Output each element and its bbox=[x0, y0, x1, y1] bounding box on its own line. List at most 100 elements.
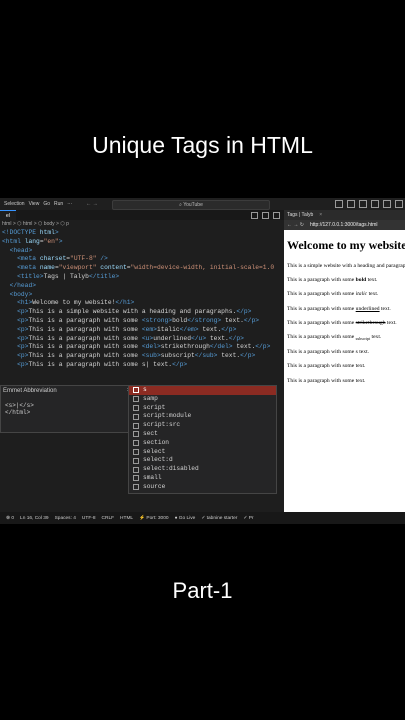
code-line[interactable]: <p>This is a simple website with a headi… bbox=[2, 308, 284, 317]
paragraph: This is a simple website with a heading … bbox=[287, 263, 405, 269]
wrench-icon bbox=[133, 457, 139, 464]
paragraph: This is a paragraph with some s text. bbox=[287, 349, 370, 356]
wrench-icon bbox=[133, 431, 139, 438]
status-item[interactable]: HTML bbox=[120, 516, 133, 521]
code-line[interactable]: <p>This is a paragraph with some <sub>su… bbox=[2, 352, 284, 361]
suggestion-item[interactable]: select:d bbox=[129, 456, 276, 465]
status-item[interactable]: ✓ tabnine starter bbox=[201, 516, 237, 521]
emmet-preview-line: </html> bbox=[5, 409, 31, 416]
status-item[interactable]: ⚡ Port: 3000 bbox=[139, 516, 168, 521]
code-line[interactable]: <h1>Welcome to my website!</h1> bbox=[2, 299, 284, 308]
menu-view[interactable]: View bbox=[29, 201, 40, 207]
paragraph: This is a paragraph with some strikethro… bbox=[287, 319, 397, 326]
paragraph: This is a paragraph with some underlined… bbox=[287, 305, 391, 312]
menu-run[interactable]: Run bbox=[54, 201, 63, 207]
maximize-icon[interactable] bbox=[395, 200, 403, 208]
suggestion-item[interactable]: select:disabled bbox=[129, 465, 276, 474]
code-line[interactable]: <!DOCTYPE html> bbox=[2, 229, 284, 238]
paragraph: This is a paragraph with some text. bbox=[287, 363, 366, 370]
status-item[interactable]: CRLF bbox=[102, 516, 115, 521]
wrench-icon bbox=[133, 448, 139, 455]
browser-preview: Tags | Talyb × ← → ↻ http://127.0.0.1:30… bbox=[284, 210, 405, 512]
wrench-icon bbox=[133, 396, 139, 403]
layout-icon[interactable] bbox=[359, 200, 367, 208]
code-line[interactable]: <meta name="viewport" content="width=dev… bbox=[2, 264, 284, 273]
layout-icon[interactable] bbox=[347, 200, 355, 208]
browser-nav-icons[interactable]: ← → ↻ bbox=[287, 222, 304, 228]
code-line[interactable]: <p>This is a paragraph with some <del>st… bbox=[2, 343, 284, 352]
minimize-icon[interactable] bbox=[383, 200, 391, 208]
status-item[interactable]: ● Go Live bbox=[175, 516, 196, 521]
editor-tools bbox=[251, 211, 280, 219]
status-item[interactable]: Spaces: 4 bbox=[55, 516, 76, 521]
breadcrumb[interactable]: html > ⬡ html > ⬡ body > ⬡ p bbox=[0, 220, 284, 229]
wrench-icon bbox=[133, 466, 139, 473]
code-editor[interactable]: el html > ⬡ html > ⬡ body > ⬡ p <!DOCTYP… bbox=[0, 209, 284, 512]
part-label: Part-1 bbox=[172, 578, 233, 603]
suggestion-item[interactable]: script:src bbox=[129, 421, 276, 430]
status-item[interactable]: Ln 16, Col 39 bbox=[20, 516, 49, 521]
rendered-page: Welcome to my website! This is a simple … bbox=[284, 230, 405, 392]
command-search[interactable]: ⌕ YouTube bbox=[112, 200, 270, 210]
menu-selection[interactable]: Selection bbox=[4, 201, 25, 207]
editor-tab[interactable]: el bbox=[0, 209, 16, 221]
address-bar: ← → ↻ http://127.0.0.1:3000/tags.html bbox=[284, 220, 405, 230]
layout-icon[interactable] bbox=[335, 200, 343, 208]
layout-buttons bbox=[335, 200, 403, 208]
paragraph: This is a paragraph with some bold text. bbox=[287, 277, 378, 284]
paragraph: This is a paragraph with some subscript … bbox=[287, 333, 382, 342]
wrench-icon bbox=[133, 440, 139, 447]
emmet-panel: Emmet Abbreviation × <s>|</s> </html> bbox=[0, 385, 135, 433]
suggestion-item[interactable]: small bbox=[129, 474, 276, 483]
browser-tab-title: Tags | Talyb bbox=[287, 212, 314, 218]
code-line[interactable]: <p>This is a paragraph with some <u>unde… bbox=[2, 335, 284, 344]
suggestion-item[interactable]: select bbox=[129, 448, 276, 457]
code-line[interactable]: <head> bbox=[2, 247, 284, 256]
menu-more[interactable]: ··· bbox=[67, 201, 72, 207]
suggestion-item[interactable]: samp bbox=[129, 395, 276, 404]
suggestion-item[interactable]: s bbox=[129, 386, 276, 395]
suggestion-item[interactable]: script:module bbox=[129, 412, 276, 421]
code-line[interactable]: <html lang="en"> bbox=[2, 238, 284, 247]
emmet-preview-line: <s>|</s> bbox=[5, 402, 34, 409]
split-icon[interactable] bbox=[251, 211, 258, 219]
more-icon[interactable] bbox=[273, 211, 280, 219]
title-bar: Selection View Go Run ··· ← → ⌕ YouTube bbox=[0, 198, 405, 210]
nav-arrows[interactable]: ← → bbox=[86, 201, 97, 207]
preview-icon[interactable] bbox=[262, 211, 269, 219]
status-item[interactable]: ✓ Pr bbox=[243, 516, 253, 521]
code-line[interactable]: </head> bbox=[2, 282, 284, 291]
suggestion-item[interactable]: section bbox=[129, 439, 276, 448]
suggestion-list[interactable]: s samp script script:module script:src sect se… bbox=[128, 385, 277, 494]
wrench-icon bbox=[133, 413, 139, 420]
code-line[interactable]: <body> bbox=[2, 291, 284, 300]
code-line[interactable]: <meta charset="UTF-8" /> bbox=[2, 255, 284, 264]
close-icon[interactable]: × bbox=[319, 212, 322, 218]
wrench-icon bbox=[133, 422, 139, 429]
code-line[interactable]: <title>Tags | Talyb</title> bbox=[2, 273, 284, 282]
wrench-icon bbox=[133, 484, 139, 491]
suggestion-item[interactable]: script bbox=[129, 404, 276, 413]
editor-tabs: el bbox=[0, 209, 284, 221]
paragraph: This is a paragraph with some text. bbox=[287, 377, 366, 384]
code-line[interactable]: <p>This is a paragraph with some <em>ita… bbox=[2, 326, 284, 335]
paragraph: This is a paragraph with some italic tex… bbox=[287, 291, 379, 298]
status-item[interactable]: ⊗ 0 bbox=[6, 516, 14, 521]
layout-icon[interactable] bbox=[371, 200, 379, 208]
suggestion-item[interactable]: sect bbox=[129, 430, 276, 439]
status-item[interactable]: UTF-8 bbox=[82, 516, 96, 521]
browser-tab[interactable]: Tags | Talyb × bbox=[284, 210, 405, 220]
code-line[interactable]: <p>This is a paragraph with some s| text… bbox=[2, 361, 284, 370]
page-heading: Welcome to my website! bbox=[287, 238, 405, 252]
suggestion-item[interactable]: source bbox=[129, 483, 276, 492]
emmet-title: Emmet Abbreviation bbox=[3, 388, 57, 394]
screenshot-region: Selection View Go Run ··· ← → ⌕ YouTube … bbox=[0, 198, 405, 524]
code-line[interactable]: <p>This is a paragraph with some <strong… bbox=[2, 317, 284, 326]
status-bar: ⊗ 0 Ln 16, Col 39 Spaces: 4 UTF-8 CRLF HTML ⚡ … bbox=[0, 512, 405, 524]
video-heading: Unique Tags in HTML bbox=[92, 132, 313, 158]
wrench-icon bbox=[133, 404, 139, 411]
wrench-icon bbox=[133, 387, 139, 394]
url-field[interactable]: http://127.0.0.1:3000/tags.html bbox=[310, 222, 378, 228]
code-lines[interactable]: <!DOCTYPE html> <html lang="en"> <head> <… bbox=[0, 229, 284, 370]
menu-go[interactable]: Go bbox=[43, 201, 50, 207]
